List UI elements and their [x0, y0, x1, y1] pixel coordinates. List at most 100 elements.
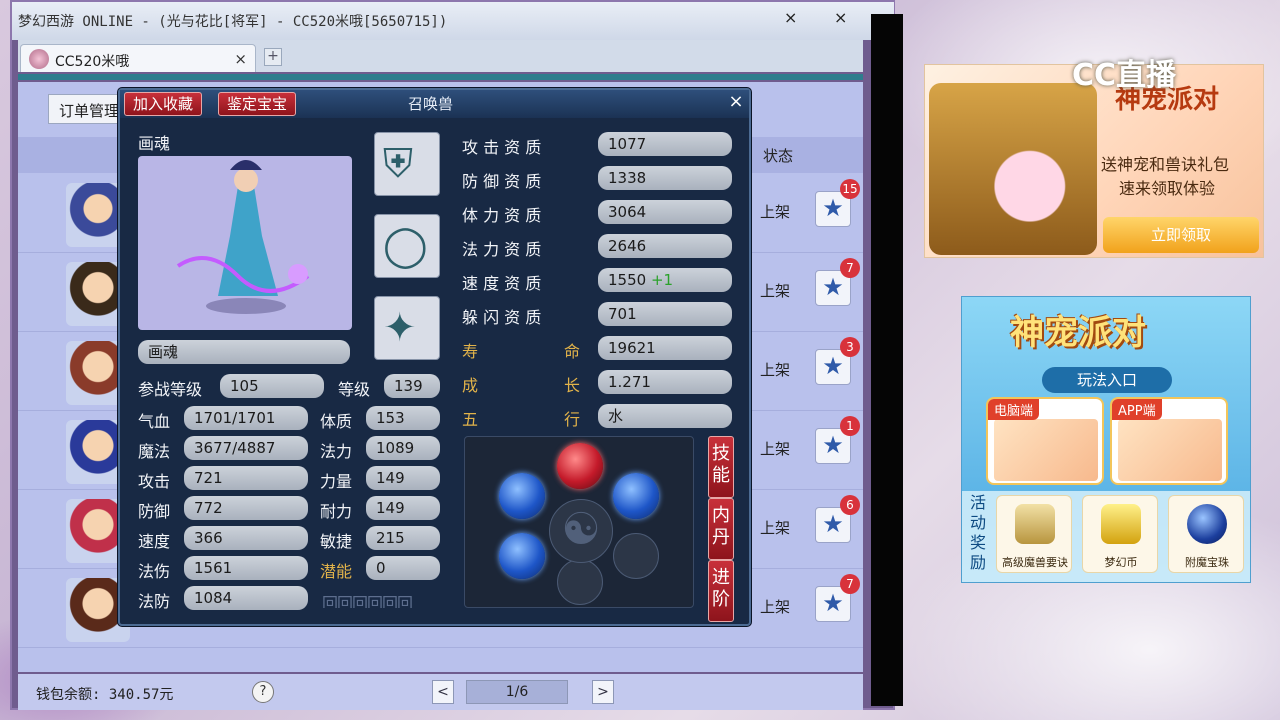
- inner-core-empty-slot[interactable]: [557, 559, 603, 605]
- equip-slot-collar[interactable]: ✦: [374, 296, 440, 360]
- prev-page-button[interactable]: <: [432, 680, 454, 704]
- next-page-button[interactable]: >: [592, 680, 614, 704]
- window-title: 梦幻西游 ONLINE - (光与花比[将军] - CC520米哦[565071…: [18, 14, 448, 30]
- aptitude-label: 躲 闪 资 质: [462, 308, 542, 327]
- yin-yang-icon: ☯: [549, 499, 613, 563]
- add-favorite-button[interactable]: 加入收藏: [124, 92, 203, 116]
- add-tab-button[interactable]: +: [264, 48, 282, 66]
- aptitude-label: 速 度 资 质: [462, 274, 542, 293]
- favorite-count-badge: 7: [840, 258, 860, 278]
- decorative-border: 回回回回回回: [322, 594, 413, 608]
- promo-line-2: 速来领取体验: [1119, 179, 1216, 198]
- row-status: 上架: [760, 203, 791, 221]
- cc-live-logo: CC直播: [1072, 58, 1177, 93]
- summon-beast-dialog: 加入收藏 鉴定宝宝 召唤兽 × 画魂 画魂 ⛨ ◯ ✦ 参战等级 105 等级 …: [118, 88, 751, 626]
- stat-label: 力量: [320, 472, 353, 491]
- stat-magic-defense-value: 1084: [184, 586, 308, 610]
- pet-figure-icon: [176, 160, 310, 314]
- level-value: 139: [384, 374, 440, 398]
- aptitude-label: 防 御 资 质: [462, 172, 542, 191]
- pc-tag: 电脑端: [988, 399, 1040, 420]
- speed-aptitude-field: 1550 +1: [598, 268, 732, 292]
- stat-label: 魔法: [138, 442, 171, 461]
- row-status: 上架: [760, 361, 791, 379]
- inner-core-tab-button[interactable]: 内丹: [708, 498, 734, 560]
- stat-magic-value: 1089: [366, 436, 440, 460]
- level-label: 等级: [338, 380, 371, 399]
- skills-tab-button[interactable]: 技能: [708, 436, 734, 498]
- equip-slot-armor[interactable]: ⛨: [374, 132, 440, 196]
- favorite-count-badge: 3: [840, 337, 860, 357]
- tab-avatar-icon: [29, 49, 49, 69]
- ring-icon: ◯: [383, 223, 428, 269]
- tab-close-icon[interactable]: ×: [234, 50, 247, 68]
- stat-label: 法防: [138, 592, 171, 611]
- promo-banner-bottom[interactable]: 神宠派对 玩法入口 电脑端 APP端 活动奖励 高级魔兽要诀 梦幻币 附魔宝珠: [961, 296, 1251, 583]
- favorite-count-badge: 15: [840, 179, 860, 199]
- stat-potential-value: 0: [366, 556, 440, 580]
- stat-speed-value: 366: [184, 526, 308, 550]
- pc-entry-card[interactable]: 电脑端: [986, 397, 1104, 485]
- reward-item[interactable]: 梦幻币: [1082, 495, 1158, 573]
- stat-label: 防御: [138, 502, 171, 521]
- stat-constitution-value: 153: [366, 406, 440, 430]
- attack-aptitude-value: 1077: [598, 132, 732, 156]
- growth-label-a: 成: [462, 376, 479, 395]
- gold-ingot-icon: [1101, 504, 1141, 544]
- inner-core-water-icon[interactable]: [499, 473, 545, 519]
- stat-agility-value: 215: [366, 526, 440, 550]
- stat-label: 法力: [320, 442, 353, 461]
- promo-line-1: 送神宠和兽诀礼包: [1101, 155, 1230, 174]
- life-label-b: 命: [564, 342, 581, 361]
- stat-label: 法伤: [138, 562, 171, 581]
- rewards-panel: 活动奖励 高级魔兽要诀 梦幻币 附魔宝珠: [962, 491, 1250, 582]
- rewards-label: 活动奖励: [969, 493, 986, 572]
- pet-name-field[interactable]: 画魂: [138, 340, 350, 364]
- stat-label: 潜能: [320, 562, 353, 581]
- stat-label: 速度: [138, 532, 171, 551]
- pet-name-label: 画魂: [138, 134, 171, 153]
- scroll-icon: [1015, 504, 1055, 544]
- equip-slot-ring[interactable]: ◯: [374, 214, 440, 278]
- growth-label-b: 长: [564, 376, 581, 395]
- stat-label: 攻击: [138, 472, 171, 491]
- reward-item[interactable]: 高级魔兽要诀: [996, 495, 1072, 573]
- inner-core-water-icon[interactable]: [499, 533, 545, 579]
- battle-level-label: 参战等级: [138, 380, 203, 399]
- stat-mp-value: 3677/4887: [184, 436, 308, 460]
- promo-subtitle: 玩法入口: [1042, 367, 1172, 393]
- magic-aptitude-value: 2646: [598, 234, 732, 258]
- advance-tab-button[interactable]: 进阶: [708, 560, 734, 622]
- wallet-balance: 钱包余额: 340.57元: [36, 687, 174, 703]
- reward-label: 梦幻币: [1104, 556, 1138, 569]
- claim-now-button[interactable]: 立即领取: [1103, 217, 1259, 253]
- page-indicator[interactable]: 1/6: [466, 680, 568, 704]
- speed-aptitude-value: 1550: [608, 271, 647, 289]
- armor-icon: ⛨: [383, 141, 413, 187]
- tab-cc520[interactable]: CC520米哦 ×: [20, 44, 256, 72]
- app-entry-card[interactable]: APP端: [1110, 397, 1228, 485]
- inner-core-fire-icon[interactable]: [557, 443, 603, 489]
- aptitude-label: 体 力 资 质: [462, 206, 542, 225]
- minimize-button[interactable]: ×: [784, 8, 797, 27]
- stat-label: 体质: [320, 412, 353, 431]
- reward-label: 附魔宝珠: [1185, 556, 1229, 569]
- reward-item[interactable]: 附魔宝珠: [1168, 495, 1244, 573]
- load-progress-bar: [18, 74, 863, 80]
- app-preview-image: [1118, 419, 1222, 481]
- window-titlebar: 梦幻西游 ONLINE - (光与花比[将军] - CC520米哦[565071…: [12, 2, 894, 40]
- defense-aptitude-value: 1338: [598, 166, 732, 190]
- status-column-header: 状态: [763, 147, 794, 165]
- appraise-pet-button[interactable]: 鉴定宝宝: [218, 92, 297, 116]
- life-label-a: 寿: [462, 342, 479, 361]
- dialog-close-button[interactable]: ×: [726, 93, 746, 113]
- stat-attack-value: 721: [184, 466, 308, 490]
- help-button[interactable]: ?: [252, 681, 274, 703]
- reward-label: 高级魔兽要诀: [1002, 556, 1068, 569]
- inner-core-empty-slot[interactable]: [613, 533, 659, 579]
- orb-icon: [1187, 504, 1227, 544]
- side-bar: [871, 14, 903, 706]
- inner-core-lightning-icon[interactable]: [613, 473, 659, 519]
- window-close-button[interactable]: ×: [834, 8, 847, 27]
- battle-level-value: 105: [220, 374, 324, 398]
